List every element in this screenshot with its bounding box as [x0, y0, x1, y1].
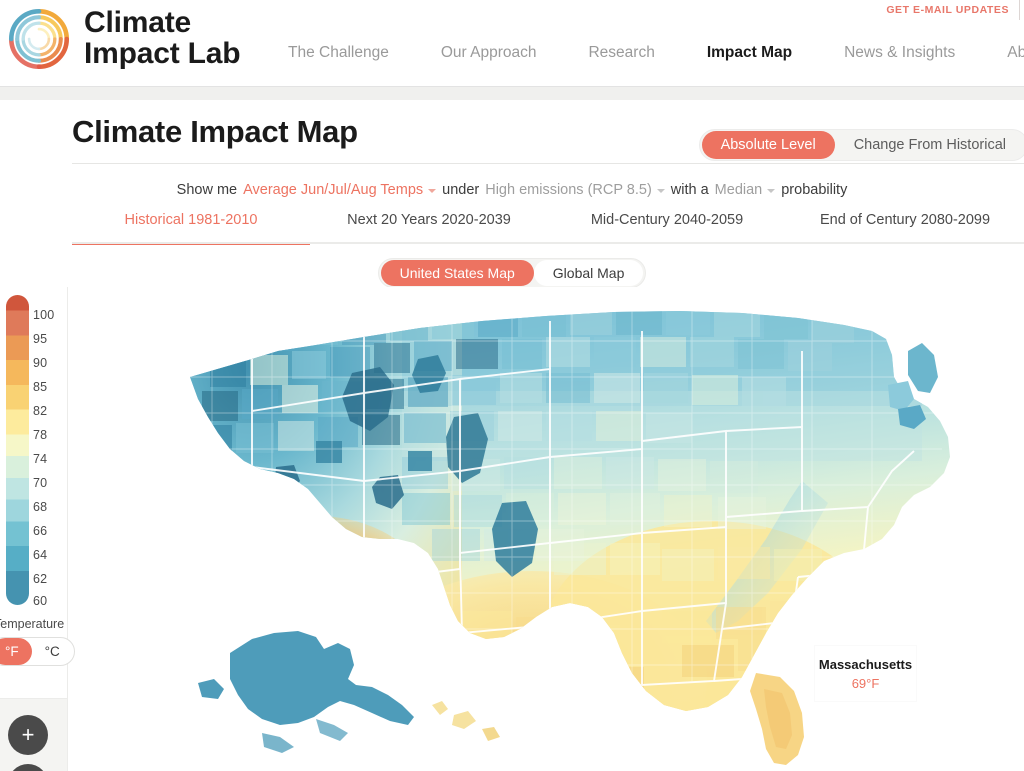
nav-item-about[interactable]: About	[981, 44, 1024, 62]
utility-divider	[1019, 0, 1020, 20]
level-toggle-change-from-historical[interactable]: Change From Historical	[835, 131, 1024, 159]
legend-tick-78: 78	[33, 428, 48, 442]
site-header: GET E-MAIL UPDATES Climate Impact Lab Th…	[0, 0, 1024, 87]
show-me-lead-label: Show me	[176, 182, 238, 198]
level-toggle-absolute[interactable]: Absolute Level	[701, 131, 835, 159]
header-divider-band	[0, 87, 1024, 100]
legend-ticks: 100 95 90 85 82 78 74 70 68 66 64 62 60	[33, 295, 65, 608]
with-a-label: with a	[670, 182, 709, 198]
hawaii-inset	[432, 701, 500, 741]
brand-name: Climate Impact Lab	[84, 6, 241, 70]
legend-tick-85: 85	[33, 380, 48, 394]
period-tabs: Historical 1981-2010 Next 20 Years 2020-…	[72, 206, 1024, 245]
unit-toggle-fahrenheit[interactable]: °F	[0, 638, 32, 665]
probability-dropdown-value: Median	[714, 182, 763, 198]
chevron-down-icon	[767, 189, 776, 193]
scenario-dropdown[interactable]: High emissions (RCP 8.5)	[485, 182, 665, 198]
legend-tick-68: 68	[33, 500, 48, 514]
tab-next-20-years-label: Next 20 Years 2020-2039	[347, 212, 511, 228]
main-nav: The Challenge Our Approach Research Impa…	[262, 44, 1024, 62]
chevron-down-icon	[428, 189, 437, 193]
show-me-sentence: Show me Average Jun/Jul/Aug Temps under …	[0, 172, 1024, 208]
nav-item-the-challenge[interactable]: The Challenge	[262, 44, 415, 62]
legend-tick-82: 82	[33, 404, 48, 418]
level-toggle: Absolute Level Change From Historical	[698, 129, 1024, 161]
map-type-toggle-wrap: United States Map Global Map	[0, 258, 1024, 288]
legend-tick-70: 70	[33, 476, 48, 490]
map-type-global[interactable]: Global Map	[533, 260, 644, 286]
zoom-controls: + −	[8, 715, 48, 771]
map-tooltip: Massachusetts 69°F	[815, 646, 916, 701]
page-root: GET E-MAIL UPDATES Climate Impact Lab Th…	[0, 0, 1024, 771]
map-type-united-states[interactable]: United States Map	[380, 260, 534, 286]
map-stage: 100 95 90 85 82 78 74 70 68 66 64 62 60 …	[0, 287, 1024, 771]
map-type-toggle: United States Map Global Map	[377, 258, 647, 288]
tab-historical-label: Historical 1981-2010	[124, 212, 258, 228]
unit-toggle: °F °C	[0, 637, 75, 666]
nav-item-news-insights[interactable]: News & Insights	[818, 44, 981, 62]
nav-item-impact-map[interactable]: Impact Map	[681, 44, 818, 62]
title-rule	[72, 163, 1024, 164]
chevron-down-icon	[656, 189, 665, 193]
probability-dropdown[interactable]: Median	[715, 182, 776, 198]
legend-panel: 100 95 90 85 82 78 74 70 68 66 64 62 60 …	[0, 287, 75, 699]
brand[interactable]: Climate Impact Lab	[6, 6, 241, 72]
tab-historical[interactable]: Historical 1981-2010	[72, 206, 310, 245]
legend-tick-62: 62	[33, 572, 48, 586]
tool-panel: Climate Impact Map Absolute Level Change…	[0, 100, 1024, 245]
tab-end-of-century[interactable]: End of Century 2080-2099	[786, 206, 1024, 245]
legend-tick-90: 90	[33, 356, 48, 370]
tab-end-of-century-label: End of Century 2080-2099	[819, 212, 991, 228]
tooltip-region-value: 69°F	[851, 675, 880, 691]
tab-next-20-years[interactable]: Next 20 Years 2020-2039	[310, 206, 548, 245]
unit-toggle-celsius[interactable]: °C	[32, 638, 73, 665]
zoom-out-button[interactable]: −	[8, 764, 48, 771]
legend-tick-100: 100	[33, 308, 55, 322]
nav-item-our-approach[interactable]: Our Approach	[415, 44, 563, 62]
climate-swirl-logo-icon	[8, 8, 70, 70]
tabs-baseline	[72, 242, 1024, 244]
nav-item-research[interactable]: Research	[562, 44, 680, 62]
florida-peninsula	[750, 673, 804, 765]
legend-tick-66: 66	[33, 524, 48, 538]
metric-dropdown-value: Average Jun/Jul/Aug Temps	[243, 182, 424, 198]
plus-icon: +	[21, 722, 35, 747]
scenario-dropdown-value: High emissions (RCP 8.5)	[485, 182, 652, 198]
legend-title: Temperature	[0, 617, 65, 631]
metric-dropdown[interactable]: Average Jun/Jul/Aug Temps	[243, 182, 437, 198]
alaska-inset	[198, 631, 414, 753]
probability-trailing-label: probability	[781, 182, 848, 198]
legend-tick-95: 95	[33, 332, 48, 346]
under-label: under	[442, 182, 480, 198]
panel-title-row: Climate Impact Map Absolute Level Change…	[72, 108, 1024, 161]
legend-tick-64: 64	[33, 548, 48, 562]
get-email-updates-link[interactable]: GET E-MAIL UPDATES	[886, 4, 1019, 16]
legend-gradient-bar	[6, 295, 29, 605]
zoom-in-button[interactable]: +	[8, 715, 48, 755]
legend-tick-60: 60	[33, 594, 48, 608]
tooltip-region-name: Massachusetts	[818, 656, 913, 672]
tab-mid-century[interactable]: Mid-Century 2040-2059	[548, 206, 786, 245]
tab-mid-century-label: Mid-Century 2040-2059	[590, 212, 744, 228]
legend-tick-74: 74	[33, 452, 48, 466]
